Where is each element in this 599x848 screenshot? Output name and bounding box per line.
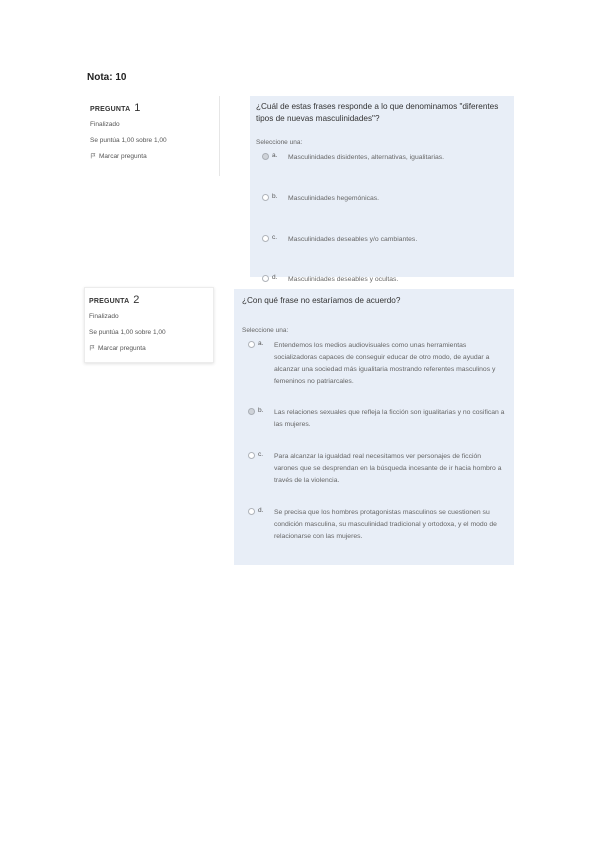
option-text: Masculinidades hegemónicas.	[288, 194, 380, 202]
question-2-content: ¿Con qué frase no estaríamos de acuerdo?…	[234, 289, 514, 565]
flag-label: Marcar pregunta	[98, 344, 146, 352]
question-1-flag[interactable]: Marcar pregunta	[90, 153, 215, 161]
question-2-text: ¿Con qué frase no estaríamos de acuerdo?	[242, 296, 401, 305]
option-text: Las relaciones sexuales que refleja la f…	[274, 409, 505, 429]
radio-button[interactable]	[248, 452, 255, 460]
option-b[interactable]: b. Masculinidades hegemónicas.	[256, 193, 508, 205]
option-text: Masculinidades deseables y/o cambiantes.	[288, 235, 418, 243]
question-number: 2	[133, 294, 140, 306]
question-1-text: ¿Cuál de estas frases responde a lo que …	[256, 102, 499, 123]
radio-button[interactable]	[262, 275, 269, 283]
option-letter: b.	[272, 192, 278, 200]
question-1-header: PREGUNTA 1	[90, 102, 215, 115]
flag-icon	[90, 153, 96, 159]
option-letter: d.	[272, 274, 278, 282]
option-letter: d.	[258, 506, 264, 514]
select-prompt: Seleccione una:	[256, 138, 303, 146]
radio-button[interactable]	[248, 340, 255, 348]
question-2-status: Finalizado	[89, 313, 119, 321]
option-c[interactable]: c. Masculinidades deseables y/o cambiant…	[256, 234, 508, 246]
radio-button[interactable]	[248, 408, 255, 416]
question-1-content: ¿Cuál de estas frases responde a lo que …	[250, 96, 514, 283]
option-c[interactable]: c. Para alcanzar la igualdad real necesi…	[242, 451, 506, 487]
question-label: PREGUNTA	[89, 298, 130, 305]
question-1-score: Se puntúa 1,00 sobre 1,00	[90, 136, 167, 144]
option-letter: c.	[272, 233, 278, 241]
option-letter: a.	[272, 151, 278, 159]
option-letter: c.	[258, 451, 264, 459]
radio-button[interactable]	[248, 507, 255, 515]
option-b[interactable]: b. Las relaciones sexuales que refleja l…	[242, 407, 506, 431]
question-1-info: PREGUNTA 1 Finalizado Se puntúa 1,00 sob…	[86, 96, 220, 176]
option-text: Se precisa que los hombres protagonistas…	[274, 508, 497, 540]
radio-button[interactable]	[262, 193, 269, 201]
radio-button[interactable]	[262, 234, 269, 242]
question-2-flag[interactable]: Marcar pregunta	[89, 345, 209, 353]
option-d[interactable]: d. Se precisa que los hombres protagonis…	[242, 507, 506, 543]
option-letter: b.	[258, 407, 264, 415]
question-label: PREGUNTA	[90, 106, 131, 113]
flag-label: Marcar pregunta	[99, 152, 147, 160]
option-text: Masculinidades deseables y ocultas.	[288, 276, 399, 284]
question-number: 1	[134, 102, 141, 114]
question-2-score: Se puntúa 1,00 sobre 1,00	[89, 328, 166, 336]
option-text: Entendemos los medios audiovisuales como…	[274, 341, 496, 385]
flag-icon	[89, 345, 95, 351]
option-d[interactable]: d. Masculinidades deseables y ocultas.	[256, 274, 508, 286]
question-2-info: PREGUNTA 2 Finalizado Se puntúa 1,00 sob…	[84, 287, 214, 363]
grade: Nota: 10	[87, 72, 127, 83]
option-text: Para alcanzar la igualdad real necesitam…	[274, 453, 502, 485]
question-1-status: Finalizado	[90, 121, 120, 129]
option-a[interactable]: a. Entendemos los medios audiovisuales c…	[242, 340, 506, 388]
option-letter: a.	[258, 339, 264, 347]
select-prompt: Seleccione una:	[242, 326, 289, 334]
option-a[interactable]: a. Masculinidades disidentes, alternativ…	[256, 152, 508, 164]
question-2-header: PREGUNTA 2	[89, 294, 209, 307]
option-text: Masculinidades disidentes, alternativas,…	[288, 153, 445, 161]
radio-button[interactable]	[262, 152, 269, 160]
